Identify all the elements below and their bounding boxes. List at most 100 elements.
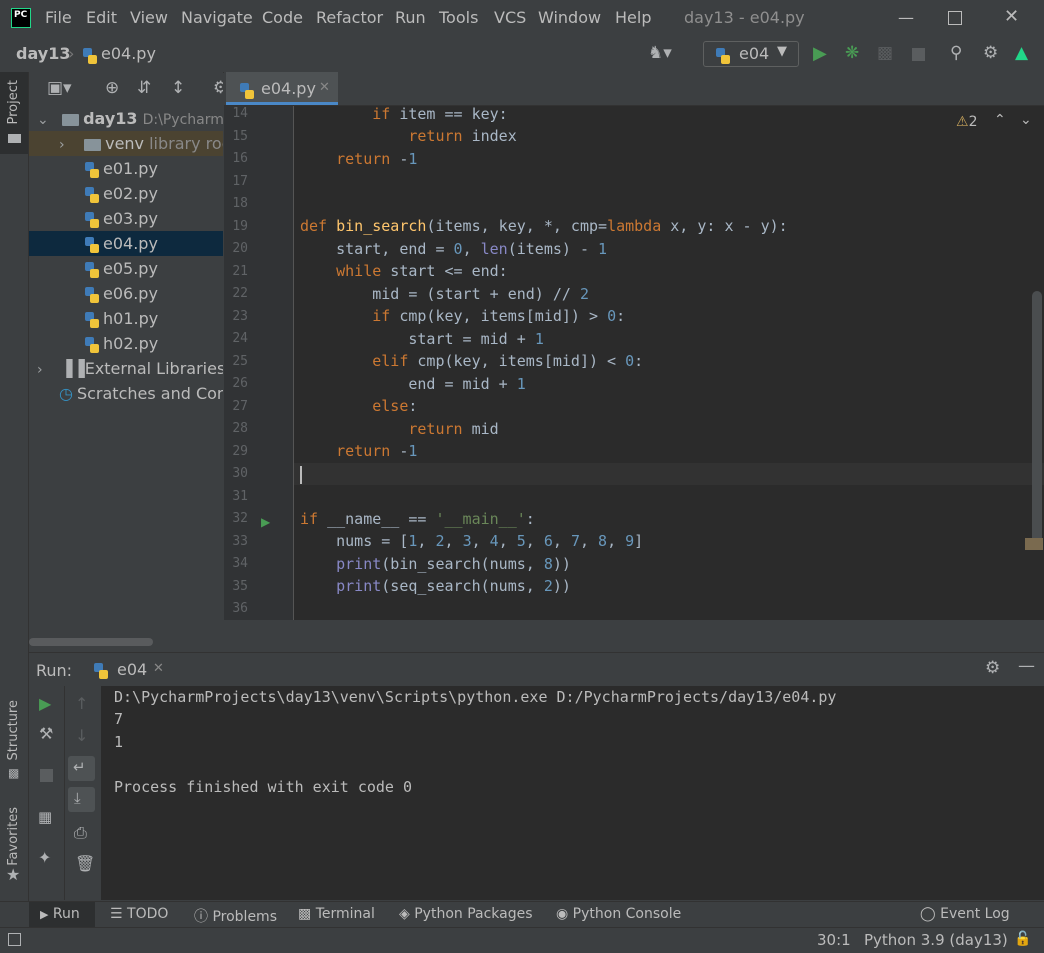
tree-file[interactable]: e03.py [29,206,223,231]
menu-edit[interactable]: Edit [86,8,117,27]
next-highlight-icon[interactable]: ⌄ [1020,112,1032,128]
breadcrumb-project[interactable]: day13 [16,44,70,63]
run-icon[interactable]: ▶ [813,43,827,64]
tree-file[interactable]: e01.py [29,156,223,181]
run-console[interactable]: D:\PycharmProjects\day13\venv\Scripts\py… [101,686,1044,900]
menu-run[interactable]: Run [395,8,426,27]
close-run-tab-icon[interactable]: ✕ [153,661,164,676]
menu-view[interactable]: View [130,8,168,27]
favorites-tool-tab[interactable]: Favorites [6,807,21,866]
warning-stripe-mark[interactable] [1025,538,1043,550]
tree-file[interactable]: h02.py [29,331,223,356]
lock-icon[interactable]: 🔓 [1014,931,1031,947]
tool-tab-run[interactable]: ▶ Run [40,906,80,922]
previous-highlight-icon[interactable]: ⌃ [994,112,1006,128]
soft-wrap-button[interactable]: ↵ [68,756,95,781]
tool-tab-problems[interactable]: ⓘ Problems [194,906,277,926]
line-number: 25 [232,353,248,369]
stop-icon[interactable] [40,769,53,782]
line-number: 16 [232,151,248,166]
run-configuration-select[interactable]: e04 ▼ [703,41,799,67]
project-panel: ▣▾ ⊕ ⇵ ↕ ⚙ ⌄ day13 D:\PycharmProjects\da… [29,72,223,650]
project-tool-tab[interactable]: Project [6,80,21,124]
settings-icon[interactable]: ⚙ [213,78,223,98]
tree-file[interactable]: e02.py [29,181,223,206]
interpreter-selector[interactable]: Python 3.9 (day13) [864,931,1008,949]
jetbrains-toolbox-icon[interactable]: ▲ [1015,43,1028,63]
maximize-icon[interactable] [948,11,962,25]
run-icon: ▶ [40,908,49,921]
debug-icon[interactable]: ❋ [845,43,859,63]
close-tab-icon[interactable]: ✕ [319,80,330,95]
console-line: Process finished with exit code 0 [114,778,413,796]
file-name: e05.py [103,259,158,278]
tool-tab-python-console[interactable]: ◉ Python Console [556,906,681,922]
minimize-icon[interactable]: — [898,8,914,27]
up-arrow-icon[interactable]: ↑ [75,694,88,713]
tree-scratches[interactable]: ◷Scratches and Consoles [29,381,223,406]
hide-icon[interactable]: — [1018,656,1035,676]
tree-root[interactable]: ⌄ day13 D:\PycharmProjects\day13 [29,106,223,131]
wrench-icon[interactable]: ⚒ [39,724,53,743]
menu-refactor[interactable]: Refactor [316,8,383,27]
print-icon[interactable]: ⎙ [74,823,87,843]
line-number: 21 [232,263,248,279]
tree-external-libraries[interactable]: › ▐▐External Libraries [29,356,223,381]
vertical-scrollbar[interactable] [1032,291,1042,546]
expand-all-icon[interactable]: ⇵ [137,78,151,98]
down-arrow-icon[interactable]: ↓ [75,726,88,745]
event-log-button[interactable]: ◯ Event Log [920,906,1010,922]
user-icon[interactable]: ♞▾ [648,43,672,63]
trash-icon[interactable]: 🗑 [75,854,95,873]
menu-tools[interactable]: Tools [439,8,478,27]
tree-file[interactable]: e06.py [29,281,223,306]
tool-tab-terminal[interactable]: ▩ Terminal [298,906,375,922]
line-number: 34 [232,556,248,571]
tree-file[interactable]: h01.py [29,306,223,331]
run-tab-label[interactable]: e04 [117,660,147,679]
layout-icon[interactable]: ▦ [38,808,52,826]
python-file-icon [83,47,97,64]
run-gutter-icon[interactable]: ▶ [261,515,270,529]
warnings-count: 2 [968,114,978,130]
tree-file[interactable]: e05.py [29,256,223,281]
view-mode-icon[interactable]: ▣▾ [47,78,72,98]
line-number: 14 [232,106,248,121]
stop-icon[interactable] [912,48,925,61]
gear-icon[interactable]: ⚙ [983,43,998,63]
search-icon[interactable]: ⚲ [950,43,962,63]
horizontal-scrollbar[interactable] [29,638,153,646]
pin-icon[interactable]: ✦ [38,848,51,867]
tool-tab-python-packages[interactable]: ◈ Python Packages [399,906,533,922]
warning-icon: ⚠ [956,114,969,130]
structure-tool-tab[interactable]: Structure [6,700,21,760]
caret-position[interactable]: 30:1 [817,931,851,949]
python-file-icon [85,211,99,228]
tree-venv[interactable]: › venv library root [29,131,223,156]
menu-vcs[interactable]: VCS [494,8,526,27]
menu-code[interactable]: Code [262,8,303,27]
scroll-to-end-button[interactable]: ⤓ [68,787,95,812]
warnings-indicator[interactable]: ⚠2 [956,114,977,130]
rerun-icon[interactable]: ▶ [39,694,51,713]
menu-help[interactable]: Help [615,8,651,27]
menu-file[interactable]: File [45,8,72,27]
toggle-panels-icon[interactable] [8,933,21,946]
menu-window[interactable]: Window [538,8,601,27]
tool-tab-todo[interactable]: ☰ TODO [110,906,168,922]
tree-file-selected[interactable]: e04.py [29,231,223,256]
line-number: 15 [232,128,248,144]
list-icon: ☰ [110,906,123,922]
menu-navigate[interactable]: Navigate [181,8,253,27]
breadcrumb-file[interactable]: e04.py [101,44,156,63]
coverage-icon[interactable]: ▩ [877,43,893,63]
editor-tab-active[interactable]: e04.py ✕ [226,72,338,105]
code-editor[interactable]: 14 15 16 17 18 19 20 21 22 23 24 25 26 27 28 29 30 31 32 33… [224,106,1044,620]
line-number: 18 [232,196,248,211]
locate-icon[interactable]: ⊕ [105,78,119,98]
close-icon[interactable]: ✕ [1004,6,1019,27]
gear-icon[interactable]: ⚙ [985,658,1000,678]
collapse-all-icon[interactable]: ↕ [171,78,185,98]
soft-wrap-icon: ↵ [73,758,86,776]
gutter-divider [293,106,294,620]
